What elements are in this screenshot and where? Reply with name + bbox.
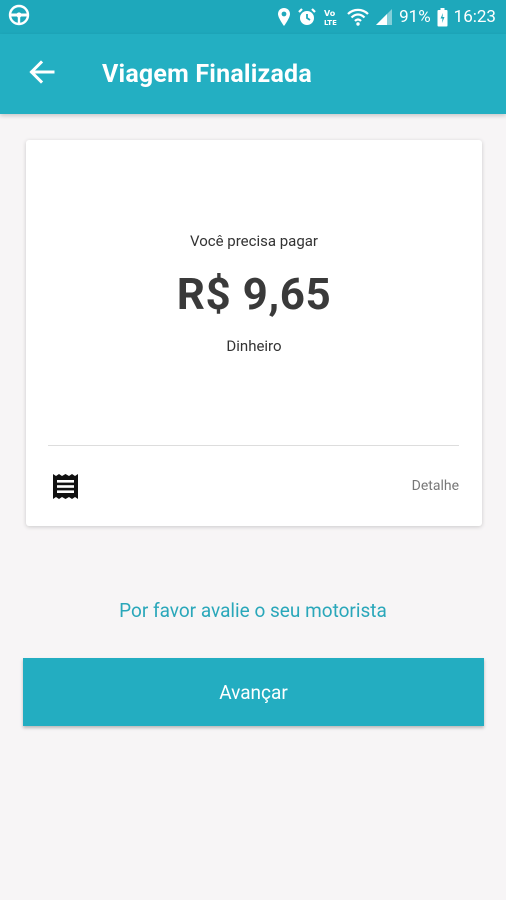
payment-card: Você precisa pagar R$ 9,65 Dinheiro Deta… (26, 140, 482, 526)
steering-wheel-icon (8, 4, 30, 30)
receipt-icon[interactable] (52, 473, 79, 500)
rate-driver-link[interactable]: Por favor avalie o seu motorista (0, 599, 506, 622)
back-button[interactable] (22, 54, 62, 94)
arrow-left-icon (29, 59, 55, 89)
payment-method: Dinheiro (226, 337, 282, 355)
svg-text:Vo: Vo (324, 9, 336, 18)
battery-percent: 91% (399, 7, 431, 27)
pay-label: Você precisa pagar (190, 232, 318, 250)
app-bar: Viagem Finalizada (0, 34, 506, 114)
battery-icon (437, 7, 448, 27)
detail-link[interactable]: Detalhe (412, 478, 459, 494)
svg-text:LTE: LTE (324, 19, 337, 27)
page-title: Viagem Finalizada (102, 59, 312, 89)
location-pin-icon (277, 7, 291, 27)
divider (48, 445, 459, 446)
alarm-icon (297, 7, 317, 27)
wifi-icon (347, 8, 369, 26)
clock: 16:23 (453, 7, 496, 27)
next-button[interactable]: Avançar (23, 658, 484, 726)
status-bar: Vo LTE 91% 16:23 (0, 0, 506, 34)
fare-amount: R$ 9,65 (176, 268, 332, 320)
volte-icon: Vo LTE (323, 7, 341, 27)
signal-icon (375, 8, 393, 26)
